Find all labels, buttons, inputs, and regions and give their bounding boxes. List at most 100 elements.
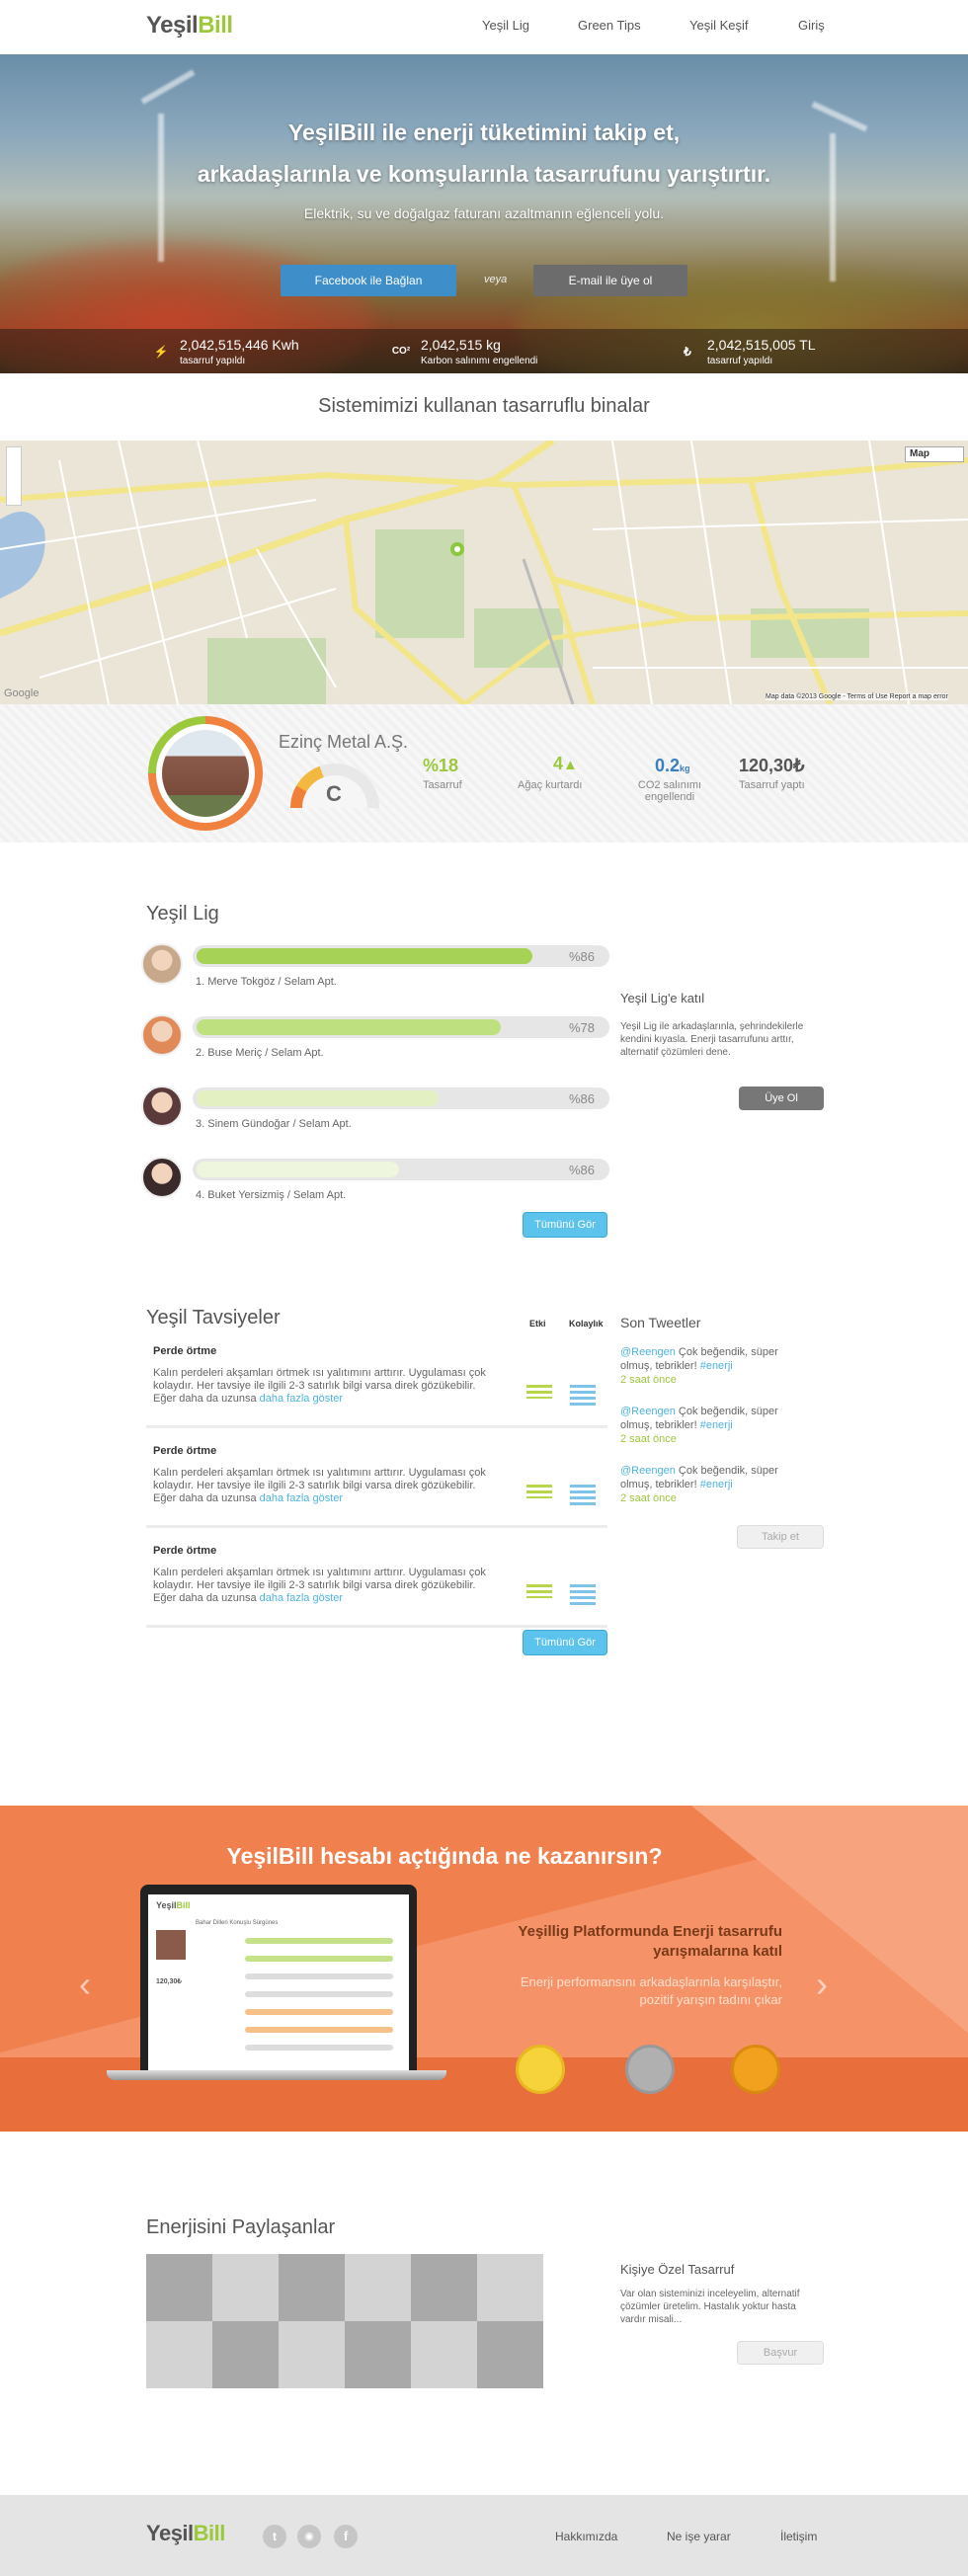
tip-text: Kalın perdeleri akşamları örtmek ısı yal…: [153, 1567, 489, 1605]
nav-yesil-lig[interactable]: Yeşil Lig: [482, 18, 529, 33]
impact-rating-icon: [526, 1485, 552, 1498]
ease-rating-icon: [570, 1584, 596, 1606]
league-see-all-button[interactable]: Tümünü Gör: [523, 1212, 607, 1238]
co2-number: 0.2: [655, 756, 681, 775]
custom-saving-title: Kişiye Özel Tasarruf: [620, 2262, 735, 2277]
tip-text: Kalın perdeleri akşamları örtmek ısı yal…: [153, 1467, 489, 1505]
join-text: Yeşil Lig ile arkadaşlarınla, şehrindeki…: [620, 1021, 804, 1058]
impact-rating-icon: [526, 1584, 552, 1598]
saving-pct: %18: [423, 756, 459, 775]
tweet-hashtag[interactable]: #enerji: [700, 1419, 733, 1431]
stat-energy-value: 2,042,515,446 Kwh: [180, 337, 299, 353]
tweet-item: @Reengen Çok beğendik, süper olmuş, tebr…: [620, 1345, 808, 1387]
facebook-connect-button[interactable]: Facebook ile Bağlan: [281, 265, 456, 296]
league-bar-fill: [197, 1162, 399, 1177]
tip-more-link[interactable]: daha fazla göster: [260, 1393, 343, 1405]
laptop-display: YeşilBill Bahar Dilleri Konuşlu Sürgünes…: [148, 1894, 409, 2072]
google-logo: Google: [4, 687, 40, 699]
stat-carbon-label: Karbon salınımı engellendi: [421, 356, 538, 366]
money-saved-label: Tasarruf yaptı: [739, 779, 805, 791]
windmill-blade: [140, 69, 196, 105]
or-text: veya: [484, 274, 508, 285]
league-member-name[interactable]: 1. Merve Tokgöz / Selam Apt.: [196, 976, 337, 988]
trees-label: Ağaç kurtardı: [518, 779, 583, 791]
footer-link-how[interactable]: Ne işe yarar: [667, 2530, 731, 2543]
co2-value: 0.2kg: [655, 756, 690, 776]
tweets-title: Son Tweetler: [620, 1315, 701, 1330]
promo-prev-arrow[interactable]: ‹: [79, 1964, 91, 2005]
trees-count: 4▲: [553, 754, 578, 774]
promo-text: Enerji performansını arkadaşlarınla karş…: [520, 1974, 782, 2007]
nav-green-tips[interactable]: Green Tips: [578, 18, 641, 33]
trees-value: 4: [553, 754, 564, 773]
tweet-hashtag[interactable]: #enerji: [700, 1479, 733, 1490]
promo-next-arrow[interactable]: ›: [816, 1964, 828, 2005]
tip-title: Perde örtme: [153, 1545, 217, 1557]
footer-link-about[interactable]: Hakkımızda: [555, 2530, 617, 2543]
league-member-name[interactable]: 2. Buse Meriç / Selam Apt.: [196, 1047, 324, 1059]
league-avatar[interactable]: [141, 1014, 183, 1056]
saving-pct-label: Tasarruf: [423, 779, 462, 791]
header: YeşilBill Yeşil Lig Green Tips Yeşil Keş…: [0, 0, 968, 54]
hero-subtitle: Elektrik, su ve doğalgaz faturanı azaltm…: [303, 205, 665, 221]
building-photo: [162, 730, 249, 817]
footer-link-contact[interactable]: İletişim: [780, 2530, 817, 2543]
tip-more-link[interactable]: daha fazla göster: [260, 1492, 343, 1504]
stat-carbon-value: 2,042,515 kg: [421, 337, 501, 353]
nav-yesil-kesif[interactable]: Yeşil Keşif: [689, 18, 749, 33]
league-member-name[interactable]: 4. Buket Yersizmiş / Selam Apt.: [196, 1189, 346, 1201]
tree-icon: ▲: [563, 757, 578, 773]
stat-energy-label: tasarruf yapıldı: [180, 356, 246, 366]
tweet-time: 2 saat önce: [620, 1433, 677, 1445]
share-grid: [146, 2254, 543, 2388]
map-canvas: [0, 441, 968, 704]
footer: YeşilBill t ◉ f Hakkımızda Ne işe yarar …: [0, 2495, 968, 2576]
map-type-select[interactable]: Map: [905, 446, 964, 462]
laptop-base: [107, 2070, 446, 2080]
twitter-icon[interactable]: t: [263, 2525, 286, 2548]
rss-icon[interactable]: ◉: [297, 2525, 321, 2548]
tips-see-all-button[interactable]: Tümünü Gör: [523, 1630, 607, 1655]
hero-title-line1: YeşilBill ile enerji tüketimini takip et…: [287, 120, 681, 145]
footer-logo-part-1: Yeşil: [146, 2521, 194, 2545]
league-avatar[interactable]: [141, 1157, 183, 1198]
tip-text: Kalın perdeleri akşamları örtmek ısı yal…: [153, 1367, 489, 1406]
league-member-name[interactable]: 3. Sinem Gündoğar / Selam Apt.: [196, 1118, 352, 1130]
follow-button[interactable]: Takip et: [737, 1525, 824, 1549]
league-bar-fill: [197, 1019, 501, 1035]
email-signup-button[interactable]: E-mail ile üye ol: [533, 265, 687, 296]
tweet-handle[interactable]: @Reengen: [620, 1346, 676, 1358]
ease-rating-icon: [570, 1385, 596, 1407]
tweet-handle[interactable]: @Reengen: [620, 1465, 676, 1477]
stat-money-label: tasarruf yapıldı: [707, 356, 773, 366]
join-button[interactable]: Üye Ol: [739, 1087, 824, 1110]
gold-medal-icon: [516, 2045, 565, 2094]
tip-title: Perde örtme: [153, 1345, 217, 1357]
tweet-handle[interactable]: @Reengen: [620, 1406, 676, 1417]
silver-medal-icon: [625, 2045, 675, 2094]
nav-giris[interactable]: Giriş: [798, 18, 825, 33]
footer-logo[interactable]: YeşilBill: [146, 2521, 225, 2546]
buildings-map[interactable]: Map Google Map data ©2013 Google - Terms…: [0, 441, 968, 704]
league-pct: %86: [569, 1091, 596, 1106]
tweet-hashtag[interactable]: #enerji: [700, 1360, 733, 1372]
league-avatar[interactable]: [141, 1086, 183, 1127]
logo[interactable]: YeşilBill: [146, 12, 233, 40]
promo-section: YeşilBill hesabı açtığında ne kazanırsın…: [0, 1806, 968, 2132]
tip-more-link[interactable]: daha fazla göster: [260, 1592, 343, 1604]
tweet-time: 2 saat önce: [620, 1374, 677, 1386]
tweet-item: @Reengen Çok beğendik, süper olmuş, tebr…: [620, 1464, 808, 1505]
apply-button[interactable]: Başvur: [737, 2341, 824, 2365]
league-avatar[interactable]: [141, 943, 183, 985]
league-pct: %86: [569, 949, 596, 964]
tweet-item: @Reengen Çok beğendik, süper olmuş, tebr…: [620, 1405, 808, 1446]
grade-letter: C: [326, 781, 342, 806]
money-saved: 120,30₺: [739, 756, 805, 775]
logo-part-2: Bill: [198, 12, 233, 39]
map-zoom-control[interactable]: [6, 446, 22, 506]
stat-money-value: 2,042,515,005 TL: [707, 337, 816, 353]
facebook-icon[interactable]: f: [334, 2525, 358, 2548]
lightning-icon: ⚡: [153, 345, 169, 359]
page: YeşilBill Yeşil Lig Green Tips Yeşil Keş…: [0, 0, 968, 2576]
map-credit[interactable]: Map data ©2013 Google - Terms of Use Rep…: [766, 693, 948, 700]
